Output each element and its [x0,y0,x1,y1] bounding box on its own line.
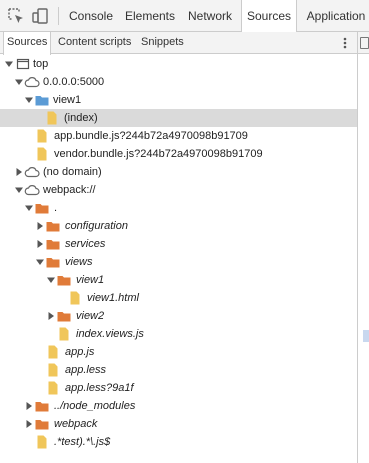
tree-item[interactable]: app.less?9a1f [0,379,357,397]
tree-item-selected[interactable]: (index) [0,109,357,127]
tree-item[interactable]: webpack [0,415,357,433]
folder-icon [35,420,49,430]
tree-item[interactable]: 0.0.0.0:5000 [0,73,357,91]
tree-item[interactable]: view1 [0,91,357,109]
navigator-tab-sources[interactable]: Sources [3,32,52,55]
file-icon [48,363,58,377]
tree-item-label: app.less?9a1f [65,382,134,394]
tab-console[interactable]: Console [64,0,118,32]
tree-item[interactable]: top [0,55,357,73]
folder-icon [46,240,60,250]
folder-icon [46,258,60,268]
tree-item[interactable]: .*test).*\.js$ [0,433,357,451]
tree-item-label: ../node_modules [54,400,136,412]
tree-item[interactable]: webpack:// [0,181,357,199]
tree-item-label: view1.html [87,292,139,304]
tree-item-label: app.less [65,364,106,376]
file-icon [47,111,57,125]
collapsed-arrow-icon[interactable] [14,167,24,177]
navigator-tabs: Sources Content scripts Snippets [0,32,357,55]
expand-arrow-icon[interactable] [35,257,45,267]
tree-item[interactable]: vendor.bundle.js?244b72a4970098b91709 [0,145,357,163]
inspect-element-icon[interactable] [6,6,26,26]
tree-item[interactable]: views [0,253,357,271]
tree-item-label: views [65,256,93,268]
folder-icon [46,222,60,232]
tree-item-label: 0.0.0.0:5000 [43,76,105,88]
tree-item-label: view1 [53,94,82,106]
tab-application[interactable]: Application [303,0,369,32]
tree-item[interactable]: view2 [0,307,357,325]
expand-arrow-icon[interactable] [24,95,34,105]
cloud-icon [24,167,40,178]
editor-toolbar [358,32,369,54]
toggle-navigator-icon[interactable] [360,37,369,49]
file-icon [48,345,58,359]
folder-icon [57,312,71,322]
tree-item-label: view2 [76,310,105,322]
tree-item-label: top [33,58,49,70]
expand-arrow-icon[interactable] [14,185,24,195]
expand-arrow-icon[interactable] [46,275,56,285]
tree-item-label: .*test).*\.js$ [54,436,111,448]
folder-icon [35,204,49,214]
tree-item-label: configuration [65,220,128,232]
devtools-toolbar: Console Elements Network Sources Applica… [0,0,369,33]
cloud-icon [24,185,40,196]
file-icon [48,381,58,395]
file-icon [70,291,80,305]
toolbar-separator [58,7,59,25]
file-icon [37,147,47,161]
tree-item-label: index.views.js [76,328,144,340]
tab-network[interactable]: Network [184,0,236,32]
file-navigator-tree: top 0.0.0.0:5000 view1 (index) app.bundl… [0,54,357,463]
scrollbar-marker [363,330,369,342]
collapsed-arrow-icon[interactable] [24,401,34,411]
cloud-icon [24,77,40,88]
more-options-icon[interactable] [340,35,350,51]
editor-panel [357,32,369,463]
navigator-tab-snippets[interactable]: Snippets [141,32,184,54]
tree-item-label: app.bundle.js?244b72a4970098b91709 [54,130,248,142]
navigator-tab-content-scripts[interactable]: Content scripts [58,32,131,54]
expand-arrow-icon[interactable] [14,77,24,87]
file-icon [37,129,47,143]
folder-icon [35,402,49,412]
collapsed-arrow-icon[interactable] [24,419,34,429]
tree-item-label: . [54,202,58,214]
tree-item[interactable]: index.views.js [0,325,357,343]
folder-icon [57,276,71,286]
tree-item-label: (index) [64,112,98,124]
tree-item[interactable]: view1.html [0,289,357,307]
folder-icon [35,96,49,106]
expand-arrow-icon[interactable] [24,203,34,213]
frame-icon [16,58,30,70]
file-icon [59,327,69,341]
tree-item[interactable]: app.js [0,343,357,361]
tree-item-label: vendor.bundle.js?244b72a4970098b91709 [54,148,263,160]
tree-item-label: webpack [54,418,98,430]
tree-item[interactable]: (no domain) [0,163,357,181]
tab-elements[interactable]: Elements [122,0,178,32]
expand-arrow-icon[interactable] [4,59,14,69]
tree-item[interactable]: configuration [0,217,357,235]
tree-item[interactable]: . [0,199,357,217]
device-toolbar-icon[interactable] [30,6,50,26]
tree-item-label: webpack:// [43,184,96,196]
tree-item-label: view1 [76,274,105,286]
collapsed-arrow-icon[interactable] [35,221,45,231]
tree-item-label: app.js [65,346,95,358]
tree-item-label: (no domain) [43,166,102,178]
tree-item[interactable]: app.bundle.js?244b72a4970098b91709 [0,127,357,145]
collapsed-arrow-icon[interactable] [35,239,45,249]
file-icon [37,435,47,449]
tree-item[interactable]: services [0,235,357,253]
tab-sources[interactable]: Sources [241,0,297,33]
collapsed-arrow-icon[interactable] [46,311,56,321]
tree-item-label: services [65,238,106,250]
tree-item[interactable]: ../node_modules [0,397,357,415]
tree-item[interactable]: app.less [0,361,357,379]
tree-item[interactable]: view1 [0,271,357,289]
